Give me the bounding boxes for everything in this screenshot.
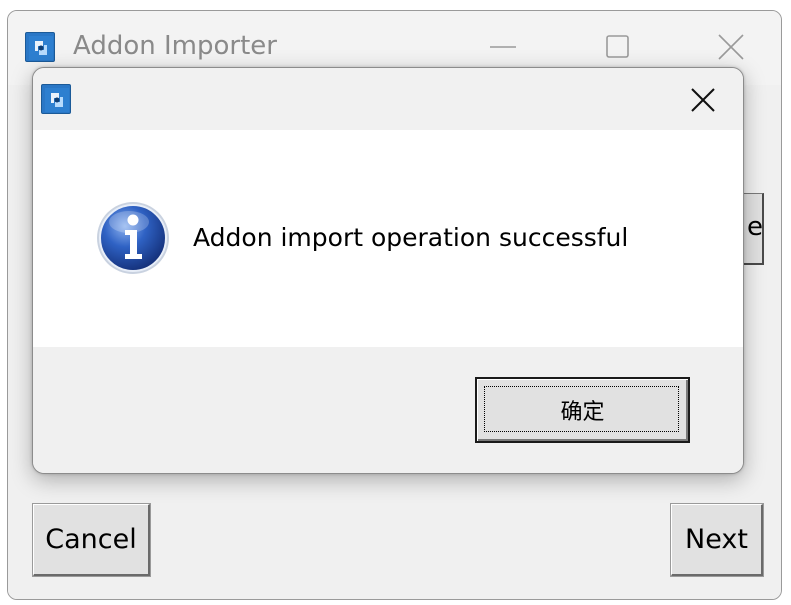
cancel-button[interactable]: Cancel [32,503,151,577]
window-title: Addon Importer [73,31,277,61]
dialog-close-button[interactable] [678,78,728,122]
message-box-dialog: Addon import operation successful 确定 [32,67,744,474]
app-icon [25,32,55,62]
ok-button-label: 确定 [560,400,605,425]
app-icon [41,84,71,114]
ok-button[interactable]: 确定 [475,377,690,443]
close-icon [691,88,715,112]
message-text: Addon import operation successful [193,223,629,252]
info-icon [97,202,169,274]
dialog-message-area: Addon import operation successful [33,130,743,347]
dialog-button-area: 确定 [33,347,743,473]
next-button[interactable]: Next [670,503,764,577]
partially-hidden-button-label: e [747,212,763,242]
dialog-title-bar[interactable] [33,68,743,130]
